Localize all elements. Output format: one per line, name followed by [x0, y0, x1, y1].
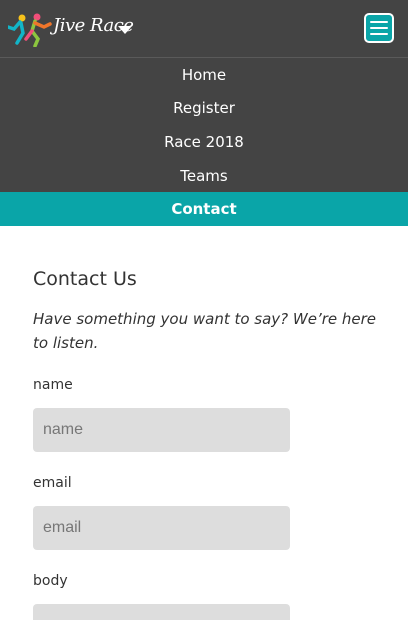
nav-item-register[interactable]: Register — [0, 91, 408, 126]
email-field[interactable] — [33, 506, 290, 550]
caret-down-icon[interactable] — [118, 26, 132, 35]
main-navigation: Home Register Race 2018 Teams Contact — [0, 58, 408, 226]
top-bar: Jive Race — [0, 0, 408, 58]
nav-item-contact[interactable]: Contact — [0, 192, 408, 226]
hamburger-menu-icon[interactable] — [364, 13, 394, 43]
running-people-logo[interactable] — [8, 13, 54, 47]
name-label: name — [33, 377, 73, 393]
hamburger-line — [370, 21, 388, 23]
nav-item-teams[interactable]: Teams — [0, 158, 408, 193]
body-label: body — [33, 573, 68, 589]
hamburger-line — [370, 27, 388, 29]
contact-section: Contact Us — [33, 268, 373, 290]
contact-intro: Have something you want to say? We’re he… — [33, 310, 377, 352]
email-label: email — [33, 475, 72, 491]
name-field[interactable] — [33, 408, 290, 452]
hamburger-line — [370, 33, 388, 35]
nav-item-race-2018[interactable]: Race 2018 — [0, 125, 408, 159]
page-title: Contact Us — [33, 268, 137, 290]
nav-item-home[interactable]: Home — [0, 58, 408, 92]
body-field[interactable] — [33, 604, 290, 620]
